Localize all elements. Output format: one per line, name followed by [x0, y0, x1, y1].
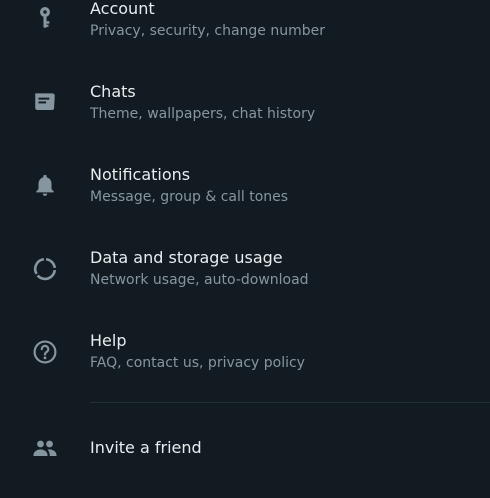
settings-item-title: Data and storage usage — [90, 248, 283, 267]
settings-item-subtitle: Theme, wallpapers, chat history — [90, 106, 316, 122]
settings-item-title: Chats — [90, 82, 136, 101]
settings-item-subtitle: Network usage, auto-download — [90, 272, 309, 288]
settings-item-title: Notifications — [90, 165, 191, 184]
data-usage-icon — [32, 256, 58, 282]
bell-icon — [32, 172, 58, 198]
settings-item-data-storage[interactable]: Data and storage usage Network usage, au… — [0, 244, 490, 327]
settings-item-account[interactable]: Account Privacy, security, change number — [0, 0, 490, 78]
settings-item-subtitle: Privacy, security, change number — [90, 23, 325, 39]
settings-item-notifications[interactable]: Notifications Message, group & call tone… — [0, 161, 490, 244]
invite-friend-label: Invite a friend — [90, 438, 202, 457]
help-icon — [32, 339, 58, 365]
people-icon — [32, 435, 58, 461]
settings-item-chats[interactable]: Chats Theme, wallpapers, chat history — [0, 78, 490, 161]
key-icon — [32, 5, 58, 31]
settings-item-subtitle: Message, group & call tones — [90, 189, 289, 205]
invite-friend-item[interactable]: Invite a friend — [0, 420, 490, 480]
divider — [90, 402, 490, 403]
settings-item-title: Account — [90, 0, 155, 18]
chat-icon — [32, 89, 58, 115]
settings-item-subtitle: FAQ, contact us, privacy policy — [90, 355, 305, 371]
settings-item-help[interactable]: Help FAQ, contact us, privacy policy — [0, 327, 490, 410]
settings-item-title: Help — [90, 331, 127, 350]
